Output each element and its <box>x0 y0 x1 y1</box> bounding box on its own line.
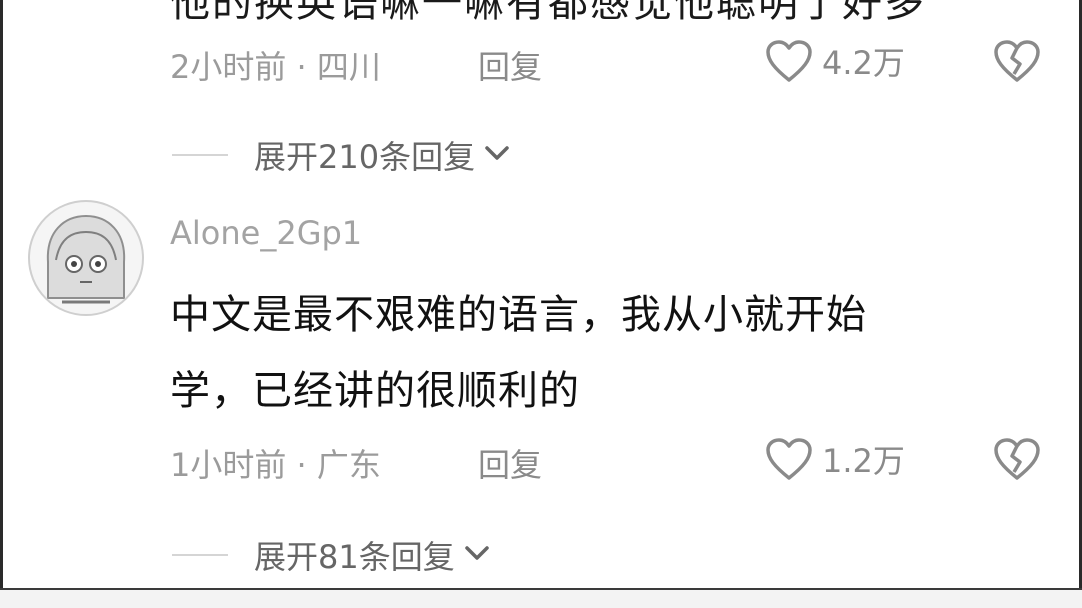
expand-replies[interactable]: 展开81条回复 <box>172 532 491 578</box>
like-count: 1.2万 <box>822 442 905 480</box>
dislike-button[interactable] <box>992 436 1042 482</box>
expand-replies-label: 展开210条回复 <box>254 138 476 176</box>
heart-outline-icon <box>764 38 814 84</box>
expand-replies-label: 展开81条回复 <box>254 538 455 576</box>
dislike-button[interactable] <box>992 38 1042 84</box>
like-button[interactable]: 4.2万 <box>764 38 905 84</box>
expand-replies[interactable]: 展开210条回复 <box>172 132 511 178</box>
reply-button[interactable]: 回复 <box>478 42 542 88</box>
broken-heart-icon <box>992 436 1042 482</box>
comment-meta: 2小时前 · 四川 <box>170 48 381 86</box>
divider-dash <box>172 554 228 556</box>
comment-username[interactable]: Alone_2Gp1 <box>170 214 362 252</box>
broken-heart-icon <box>992 38 1042 84</box>
heart-outline-icon <box>764 436 814 482</box>
avatar[interactable] <box>28 200 144 316</box>
reply-button[interactable]: 回复 <box>478 440 542 486</box>
chevron-down-icon <box>483 143 511 167</box>
previous-comment-text: 他的换英语嘛一嘛有都感觉他聪明了好多 <box>170 0 926 26</box>
divider-dash <box>172 154 228 156</box>
comment-text-line-2: 学，已经讲的很顺利的 <box>170 368 580 414</box>
comment-text-line-1: 中文是最不艰难的语言，我从小就开始 <box>170 292 867 338</box>
chevron-down-icon <box>463 543 491 567</box>
comment-meta: 1小时前 · 广东 <box>170 446 381 484</box>
like-count: 4.2万 <box>822 44 905 82</box>
frame-left-border <box>0 0 3 608</box>
like-button[interactable]: 1.2万 <box>764 436 905 482</box>
bottom-edge <box>0 588 1082 608</box>
